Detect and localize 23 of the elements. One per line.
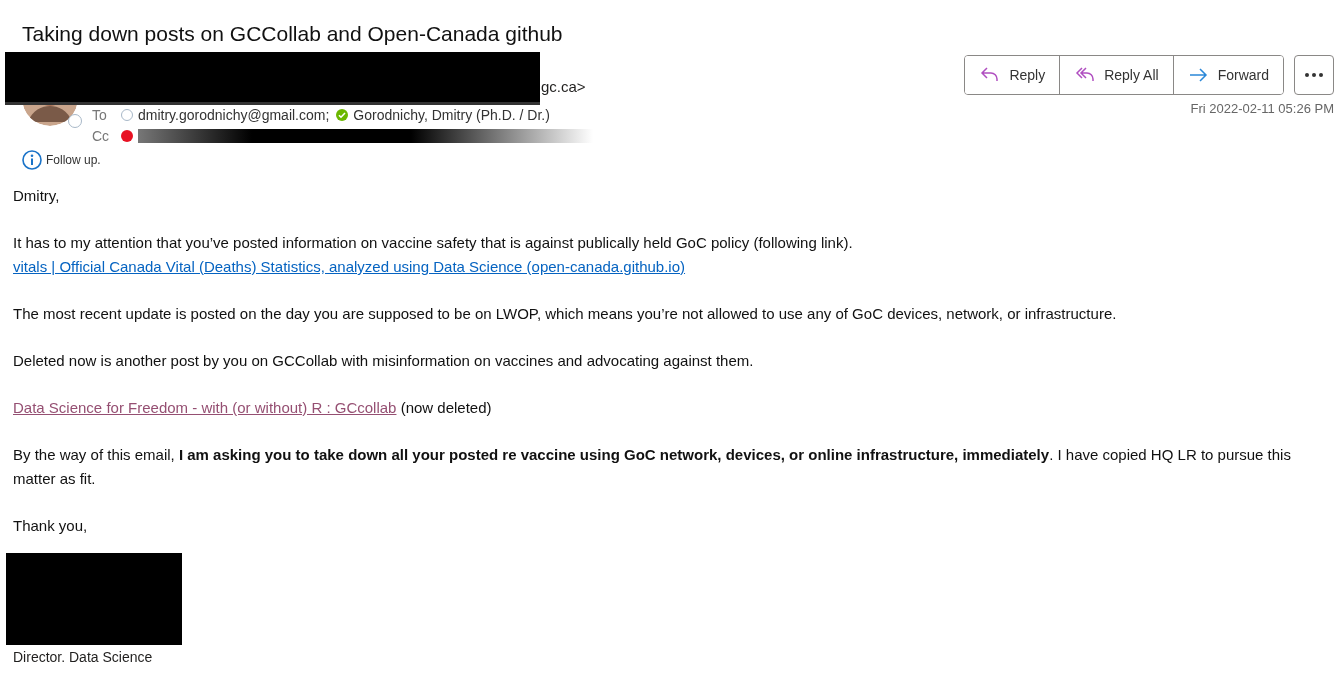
link[interactable]: Data Science for Freedom - with (or without) R : GCcollab [13,399,397,416]
signature-title: Director. Data Science [12,649,154,665]
body-text: (now deleted) [399,399,492,416]
cc-label: Cc [92,127,111,144]
info-icon [22,150,42,170]
body-paragraph: It has to my attention that you’ve posted information on vaccine safety that is against publically held GoC policy (following link). [13,233,854,253]
reply-button[interactable]: Reply [965,56,1061,94]
more-icon [1304,72,1324,78]
body-paragraph: By the way of this email, I am asking you to take down all your posted re vaccine using GoC network, devices, or online infrastructure, immediately. I have copied HQ LR to pursue this matter as fit. [13,445,1292,489]
recipient-name[interactable]: Gorodnichy, Dmitry (Ph.D. / Dr.) [353,106,550,123]
to-label: To [92,106,108,123]
recipient-name[interactable]: dmitry.gorodnichy@gmail.com; [138,106,330,123]
sent-date: Fri 2022-02-11 05:26 PM [1190,101,1334,116]
more-options-button[interactable] [1294,55,1334,95]
email-subject: Taking down posts on GCCollab and Open-Canada github [21,21,564,47]
body-paragraph: Thank you, [13,516,89,536]
body-paragraph: The most recent update is posted on the day you are supposed to be on LWOP, which means you’re not allowed to use any of GoC devices, network, or infrastructure. [13,304,1118,324]
sender-address: gc.ca> [541,77,587,97]
follow-up-text: Follow up. [46,153,101,167]
body-paragraph: Dmitry, [13,186,61,206]
link[interactable]: vitals | Official Canada Vital (Deaths) Statistics, analyzed using Data Science (open-canada.github.io) [13,258,686,275]
body-paragraph: Deleted now is another post by you on GCCollab with misinformation on vaccines and advocating against them. [13,351,755,371]
presence-status-icon [68,114,82,128]
